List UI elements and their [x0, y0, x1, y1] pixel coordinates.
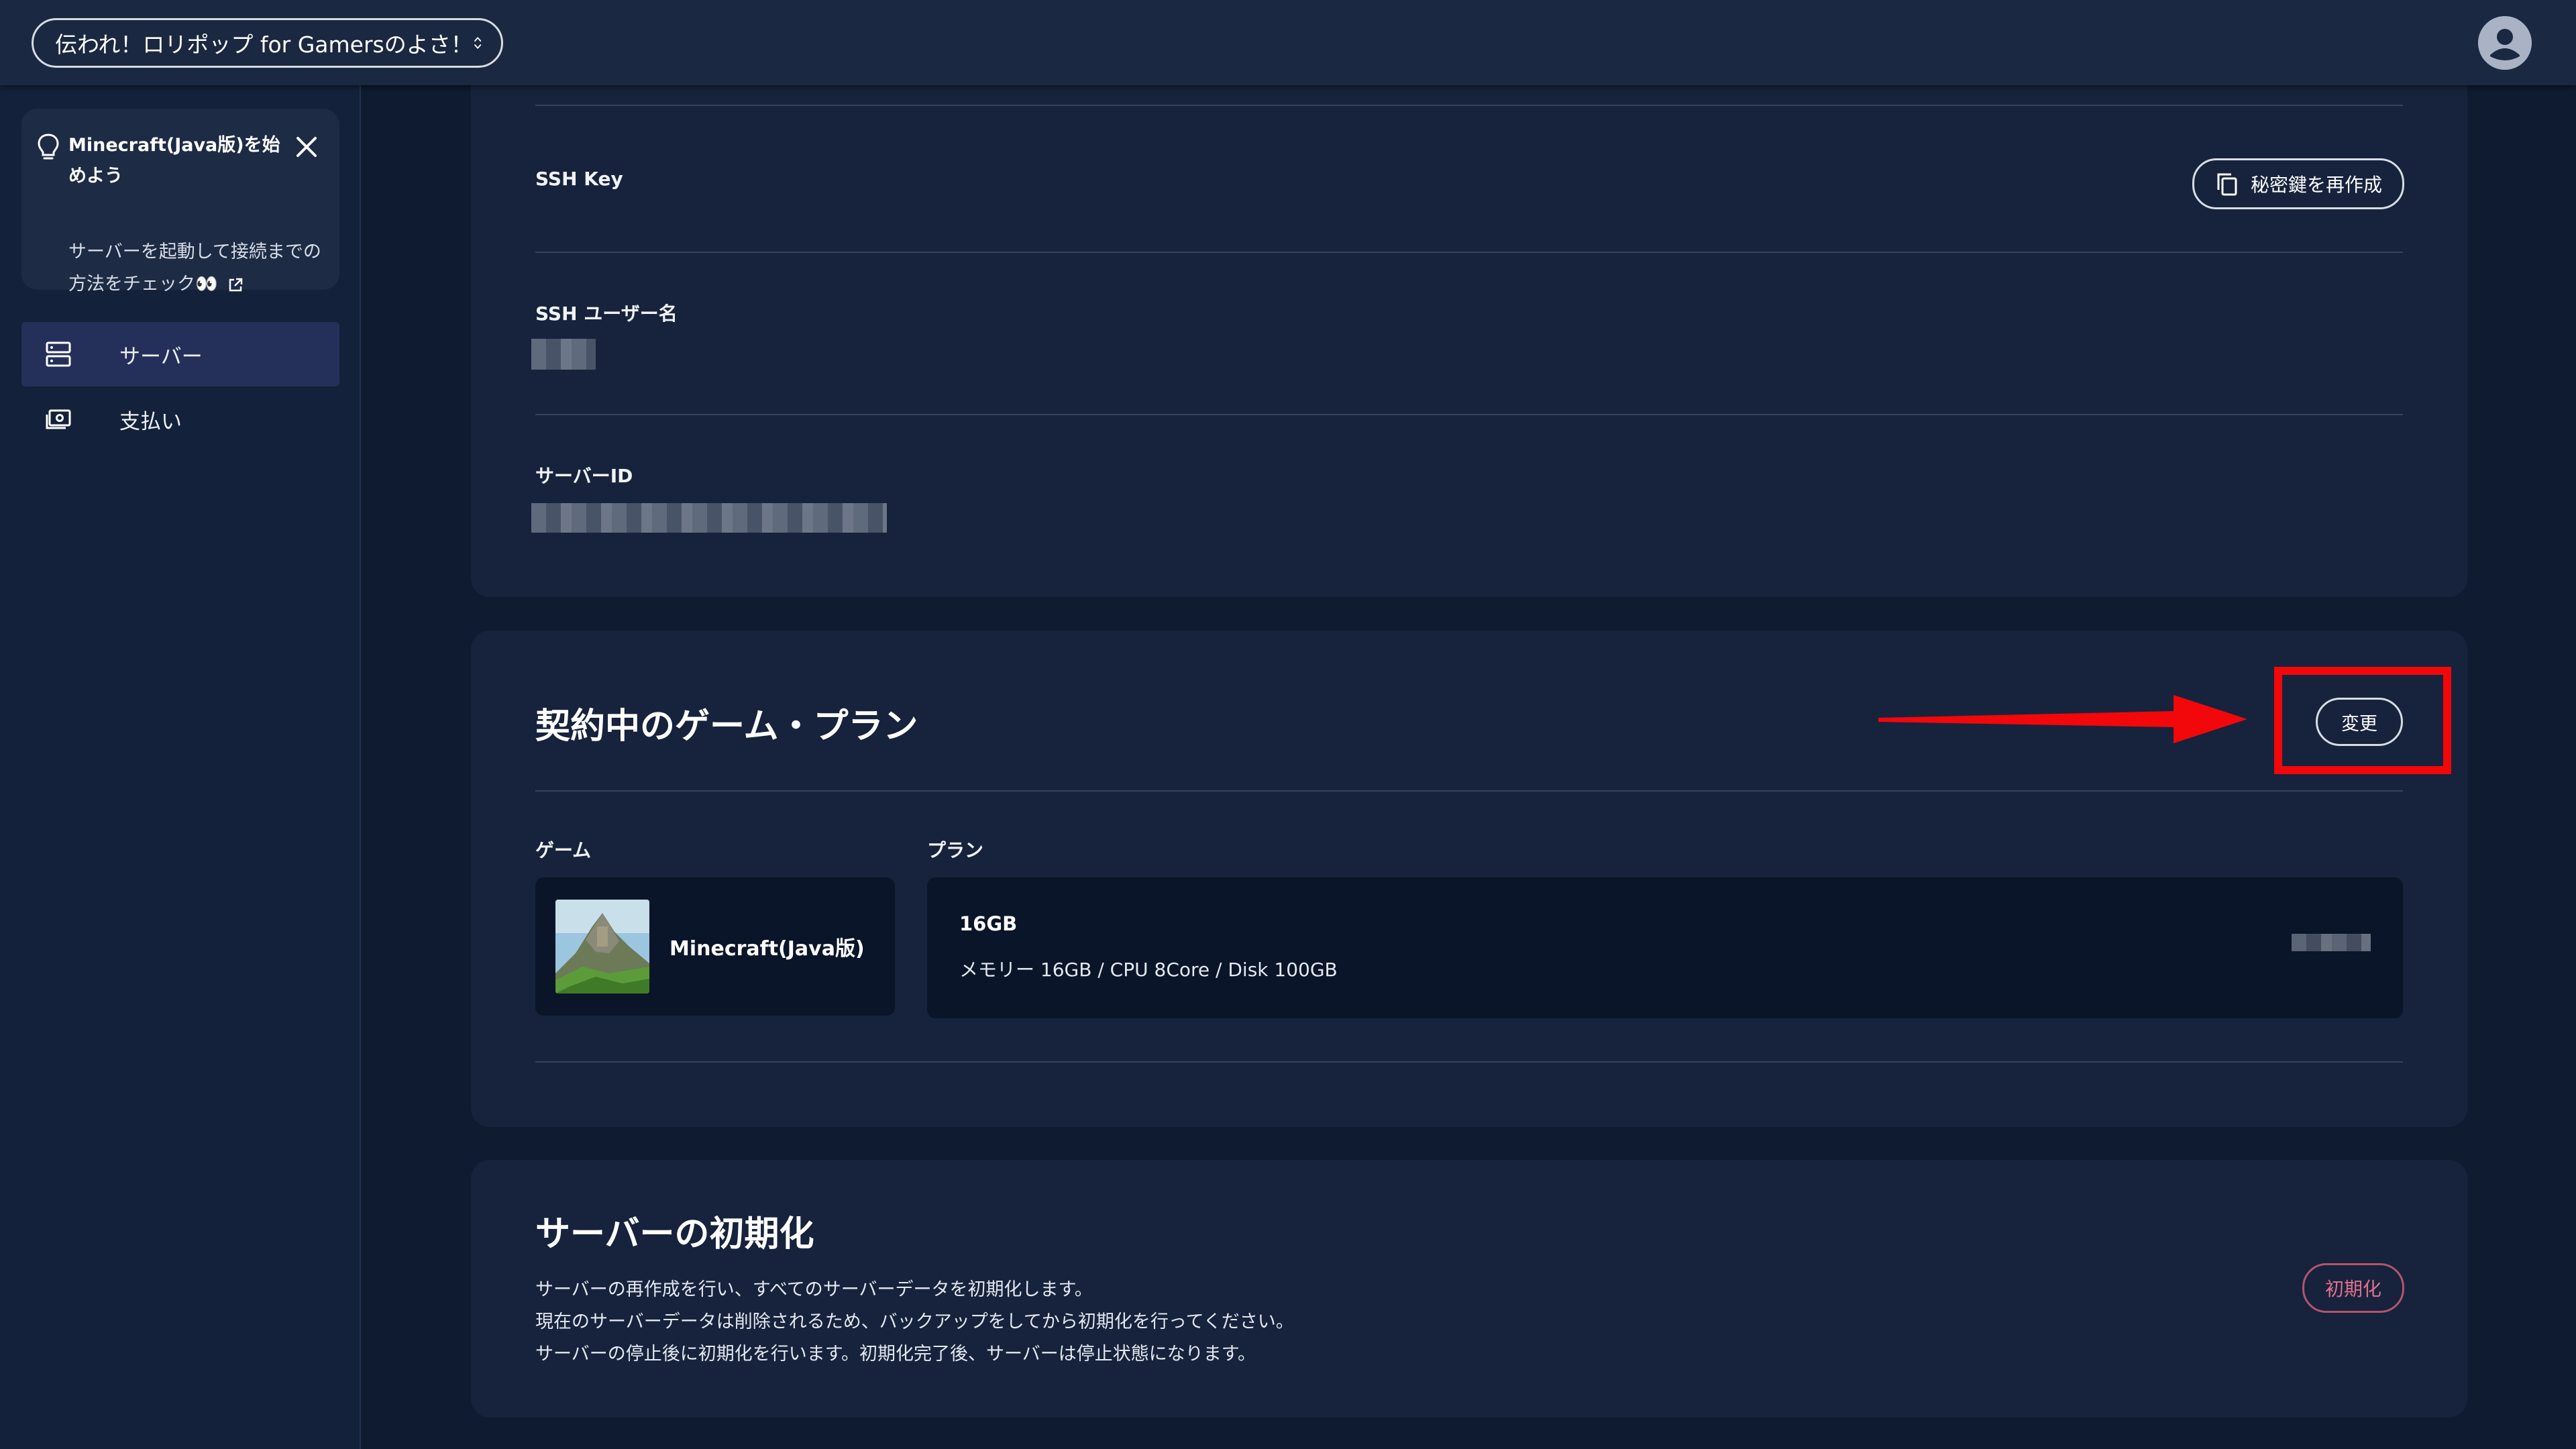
- plan-section-title: 契約中のゲーム・プラン: [535, 706, 918, 747]
- server-info-card: SSH Key 秘密鍵を再作成 SSH ユーザー名 サーバーID: [471, 0, 2467, 597]
- chevron-up-down-icon: [474, 37, 481, 49]
- divider: [535, 414, 2403, 415]
- reset-card: サーバーの初期化 サーバーの再作成を行い、すべてのサーバーデータを初期化します。…: [471, 1160, 2467, 1417]
- plan-details: 16GB メモリー 16GB / CPU 8Core / Disk 100GB: [927, 877, 2403, 1018]
- reset-button-label: 初期化: [2324, 1278, 2381, 1300]
- sidebar-item-payment[interactable]: 支払い: [21, 387, 339, 451]
- minecraft-landscape-image: [555, 900, 649, 994]
- divider: [535, 790, 2403, 792]
- user-avatar-icon[interactable]: [2478, 16, 2532, 70]
- top-bar: 伝われ！ロリポップ for Gamersのよさ！: [0, 0, 2576, 85]
- plan-name: 16GB: [959, 912, 1018, 935]
- server-id-redacted-value: [531, 503, 887, 533]
- regenerate-key-button[interactable]: 秘密鍵を再作成: [2192, 158, 2404, 209]
- close-icon[interactable]: [295, 136, 318, 158]
- plan-label: プラン: [927, 839, 984, 861]
- divider: [535, 105, 2403, 106]
- tip-body-text[interactable]: サーバーを起動して接続までの方法をチェック👀: [68, 241, 321, 294]
- plan-price-redacted: [2292, 934, 2371, 951]
- getting-started-tip: Minecraft(Java版)を始めよう サーバーを起動して接続までの方法をチ…: [21, 109, 339, 294]
- sidebar-item-label: サーバー: [119, 344, 203, 369]
- payment-icon: [46, 409, 71, 429]
- reset-line-3: サーバーの停止後に初期化を行います。初期化完了後、サーバーは停止状態になります。: [535, 1344, 1256, 1364]
- ssh-user-redacted-value: [531, 339, 596, 370]
- regenerate-key-label: 秘密鍵を再作成: [2250, 174, 2382, 196]
- game-card: Minecraft(Java版): [535, 877, 895, 1016]
- annotation-highlight-box: [2274, 667, 2451, 774]
- external-link-icon: [229, 278, 243, 291]
- server-selector[interactable]: 伝われ！ロリポップ for Gamersのよさ！: [32, 18, 503, 68]
- server-id-label: サーバーID: [535, 465, 633, 487]
- game-label: ゲーム: [535, 839, 592, 861]
- reset-section-title: サーバーの初期化: [535, 1214, 814, 1254]
- reset-line-1: サーバーの再作成を行い、すべてのサーバーデータを初期化します。: [535, 1279, 1093, 1300]
- tip-body[interactable]: サーバーを起動して接続までの方法をチェック👀: [68, 236, 337, 301]
- sidebar-item-server[interactable]: サーバー: [21, 322, 339, 386]
- sidebar-item-label: 支払い: [119, 409, 182, 434]
- minecraft-thumbnail: [555, 900, 649, 994]
- divider: [535, 252, 2403, 253]
- sidebar: Minecraft(Java版)を始めよう サーバーを起動して接続までの方法をチ…: [0, 85, 361, 1449]
- server-selector-label: 伝われ！ロリポップ for Gamersのよさ！: [55, 32, 473, 58]
- divider: [535, 1061, 2403, 1063]
- lightbulb-icon: [38, 133, 59, 160]
- server-icon: [46, 341, 71, 367]
- game-name: Minecraft(Java版): [669, 937, 865, 961]
- plan-description: メモリー 16GB / CPU 8Core / Disk 100GB: [959, 959, 1338, 981]
- reset-line-2: 現在のサーバーデータは削除されるため、バックアップをしてから初期化を行ってくださ…: [535, 1311, 1294, 1332]
- annotation-arrow: [1878, 695, 2247, 743]
- reset-button[interactable]: 初期化: [2302, 1263, 2404, 1313]
- ssh-key-label: SSH Key: [535, 168, 623, 190]
- tip-title: Minecraft(Java版)を始めよう: [68, 135, 280, 186]
- person-silhouette-icon: [2478, 16, 2532, 70]
- ssh-user-label: SSH ユーザー名: [535, 303, 678, 325]
- copy-icon: [2217, 173, 2237, 196]
